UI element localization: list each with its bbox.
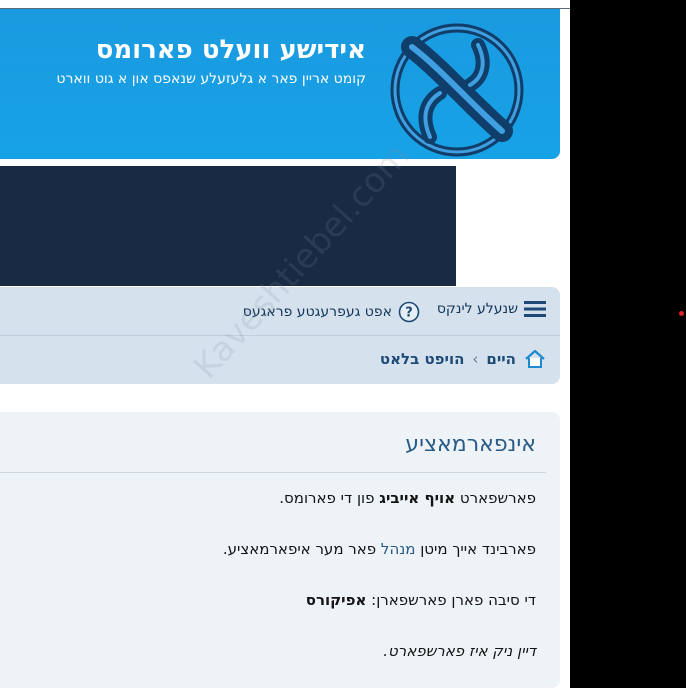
ban-line-suffix: פון די פארומס. [279,489,380,507]
ban-reason-line: די סיבה פארן פארשפארן: אפיקורס [306,591,536,609]
contact-line-suffix: פאר מער איפארמאציע. [222,540,381,558]
information-panel: אינפארמאציע פארשפארט אויף אייביג פון די … [0,412,560,688]
reason-label: די סיבה פארן פארשפארן: [366,591,536,609]
ban-reason: אפיקורס [305,591,367,609]
red-dot-indicator [679,311,684,316]
quick-links-label: שנעלע לינקס [436,301,518,317]
site-logo-icon[interactable] [386,19,528,161]
navbar: שנעלע לינקס ? אפט געפרעגטע פראגעס הויפט … [0,287,560,384]
site-header: אידישע וועלט פארומס קומט אריין פאר א גלע… [0,9,560,159]
banner-image [0,166,456,286]
page: אידישע וועלט פארומס קומט אריין פאר א גלע… [0,0,570,688]
quick-links-menu[interactable]: שנעלע לינקס [437,301,546,317]
faq-link[interactable]: ? אפט געפרעגטע פראגעס [243,301,420,323]
panel-divider [0,472,546,473]
username-banned-line: דיין ניק איז פארשפארט. [383,642,536,660]
help-icon: ? [398,301,420,323]
ban-duration: אויף אייביג [379,489,456,507]
hamburger-icon [524,301,546,317]
breadcrumb: הויפט בלאט ‹ היים [380,349,546,369]
breadcrumb-separator: ‹ [472,350,479,368]
breadcrumb-board-index[interactable]: הויפט בלאט [380,350,464,368]
panel-title: אינפארמאציע [405,432,536,457]
svg-text:?: ? [405,306,413,321]
ban-line-prefix: פארשפארט [455,489,536,507]
contact-admin-line: פארבינד אייך מיטן מנהל פאר מער איפארמאצי… [223,540,536,558]
home-icon[interactable] [524,349,546,369]
nav-links-row: שנעלע לינקס ? אפט געפרעגטע פראגעס [0,287,560,336]
admin-link[interactable]: מנהל [381,540,416,558]
breadcrumb-home[interactable]: היים [486,350,516,368]
ban-message-line: פארשפארט אויף אייביג פון די פארומס. [279,489,536,507]
contact-line-prefix: פארבינד אייך מיטן [415,540,536,558]
site-title[interactable]: אידישע וועלט פארומס [96,35,366,65]
faq-label: אפט געפרעגטע פראגעס [242,304,392,320]
site-description: קומט אריין פאר א גלעזעלע שנאפס און א גוט… [56,71,366,87]
